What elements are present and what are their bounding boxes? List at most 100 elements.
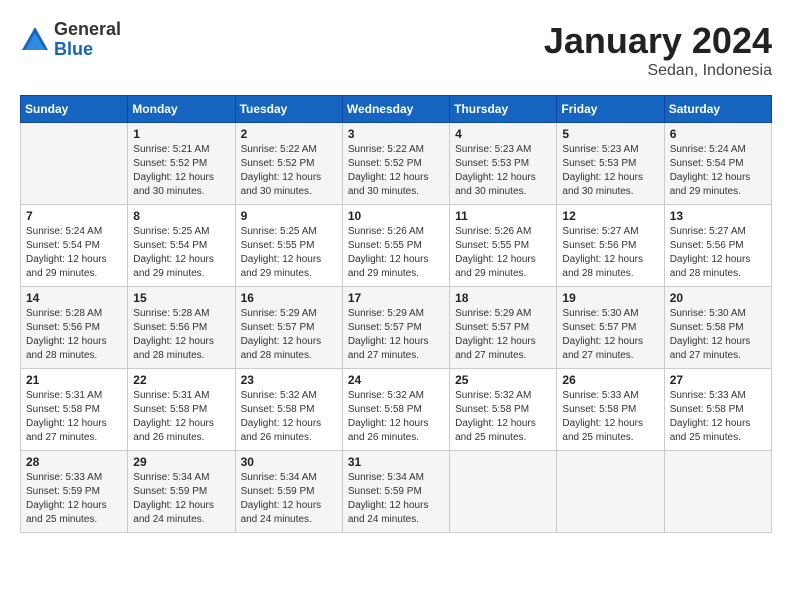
header-sunday: Sunday (21, 96, 128, 123)
day-info: Sunrise: 5:33 AM Sunset: 5:58 PM Dayligh… (670, 389, 767, 445)
day-number: 30 (241, 455, 338, 469)
sunset-text: Sunset: 5:58 PM (26, 403, 123, 417)
location-subtitle: Sedan, Indonesia (544, 62, 772, 80)
sunset-text: Sunset: 5:58 PM (133, 403, 230, 417)
daylight-text: Daylight: 12 hours and 28 minutes. (26, 335, 123, 363)
day-info: Sunrise: 5:22 AM Sunset: 5:52 PM Dayligh… (348, 143, 445, 199)
sunrise-text: Sunrise: 5:33 AM (670, 389, 767, 403)
daylight-text: Daylight: 12 hours and 25 minutes. (562, 417, 659, 445)
sunrise-text: Sunrise: 5:34 AM (348, 471, 445, 485)
day-number: 14 (26, 291, 123, 305)
day-number: 21 (26, 373, 123, 387)
day-number: 1 (133, 127, 230, 141)
day-info: Sunrise: 5:27 AM Sunset: 5:56 PM Dayligh… (670, 225, 767, 281)
month-year-title: January 2024 (544, 20, 772, 62)
sunset-text: Sunset: 5:53 PM (562, 157, 659, 171)
day-info: Sunrise: 5:27 AM Sunset: 5:56 PM Dayligh… (562, 225, 659, 281)
logo: General Blue (20, 20, 121, 60)
calendar-cell (450, 451, 557, 533)
sunrise-text: Sunrise: 5:23 AM (455, 143, 552, 157)
calendar-cell: 28 Sunrise: 5:33 AM Sunset: 5:59 PM Dayl… (21, 451, 128, 533)
daylight-text: Daylight: 12 hours and 29 minutes. (133, 253, 230, 281)
calendar-table: Sunday Monday Tuesday Wednesday Thursday… (20, 95, 772, 533)
day-number: 13 (670, 209, 767, 223)
sunset-text: Sunset: 5:58 PM (455, 403, 552, 417)
calendar-cell: 11 Sunrise: 5:26 AM Sunset: 5:55 PM Dayl… (450, 205, 557, 287)
sunrise-text: Sunrise: 5:23 AM (562, 143, 659, 157)
daylight-text: Daylight: 12 hours and 24 minutes. (133, 499, 230, 527)
sunrise-text: Sunrise: 5:31 AM (133, 389, 230, 403)
day-number: 11 (455, 209, 552, 223)
calendar-cell: 5 Sunrise: 5:23 AM Sunset: 5:53 PM Dayli… (557, 123, 664, 205)
day-info: Sunrise: 5:22 AM Sunset: 5:52 PM Dayligh… (241, 143, 338, 199)
calendar-week-5: 28 Sunrise: 5:33 AM Sunset: 5:59 PM Dayl… (21, 451, 772, 533)
sunrise-text: Sunrise: 5:33 AM (562, 389, 659, 403)
sunset-text: Sunset: 5:58 PM (670, 321, 767, 335)
day-info: Sunrise: 5:26 AM Sunset: 5:55 PM Dayligh… (455, 225, 552, 281)
sunset-text: Sunset: 5:57 PM (241, 321, 338, 335)
calendar-cell: 24 Sunrise: 5:32 AM Sunset: 5:58 PM Dayl… (342, 369, 449, 451)
day-number: 15 (133, 291, 230, 305)
day-info: Sunrise: 5:26 AM Sunset: 5:55 PM Dayligh… (348, 225, 445, 281)
calendar-week-1: 1 Sunrise: 5:21 AM Sunset: 5:52 PM Dayli… (21, 123, 772, 205)
calendar-cell: 17 Sunrise: 5:29 AM Sunset: 5:57 PM Dayl… (342, 287, 449, 369)
day-info: Sunrise: 5:30 AM Sunset: 5:58 PM Dayligh… (670, 307, 767, 363)
daylight-text: Daylight: 12 hours and 29 minutes. (455, 253, 552, 281)
sunset-text: Sunset: 5:56 PM (562, 239, 659, 253)
daylight-text: Daylight: 12 hours and 26 minutes. (241, 417, 338, 445)
calendar-cell: 26 Sunrise: 5:33 AM Sunset: 5:58 PM Dayl… (557, 369, 664, 451)
calendar-cell: 12 Sunrise: 5:27 AM Sunset: 5:56 PM Dayl… (557, 205, 664, 287)
sunset-text: Sunset: 5:59 PM (241, 485, 338, 499)
sunrise-text: Sunrise: 5:27 AM (562, 225, 659, 239)
calendar-cell: 16 Sunrise: 5:29 AM Sunset: 5:57 PM Dayl… (235, 287, 342, 369)
sunrise-text: Sunrise: 5:24 AM (26, 225, 123, 239)
daylight-text: Daylight: 12 hours and 25 minutes. (26, 499, 123, 527)
day-number: 23 (241, 373, 338, 387)
day-info: Sunrise: 5:31 AM Sunset: 5:58 PM Dayligh… (133, 389, 230, 445)
daylight-text: Daylight: 12 hours and 30 minutes. (133, 171, 230, 199)
day-info: Sunrise: 5:32 AM Sunset: 5:58 PM Dayligh… (455, 389, 552, 445)
header-saturday: Saturday (664, 96, 771, 123)
day-number: 26 (562, 373, 659, 387)
calendar-cell: 25 Sunrise: 5:32 AM Sunset: 5:58 PM Dayl… (450, 369, 557, 451)
title-block: January 2024 Sedan, Indonesia (544, 20, 772, 80)
daylight-text: Daylight: 12 hours and 25 minutes. (670, 417, 767, 445)
sunrise-text: Sunrise: 5:30 AM (670, 307, 767, 321)
sunrise-text: Sunrise: 5:31 AM (26, 389, 123, 403)
daylight-text: Daylight: 12 hours and 29 minutes. (670, 171, 767, 199)
day-info: Sunrise: 5:29 AM Sunset: 5:57 PM Dayligh… (241, 307, 338, 363)
sunrise-text: Sunrise: 5:28 AM (133, 307, 230, 321)
sunrise-text: Sunrise: 5:34 AM (133, 471, 230, 485)
daylight-text: Daylight: 12 hours and 27 minutes. (348, 335, 445, 363)
sunrise-text: Sunrise: 5:21 AM (133, 143, 230, 157)
calendar-header: Sunday Monday Tuesday Wednesday Thursday… (21, 96, 772, 123)
day-info: Sunrise: 5:25 AM Sunset: 5:54 PM Dayligh… (133, 225, 230, 281)
day-number: 5 (562, 127, 659, 141)
calendar-cell: 21 Sunrise: 5:31 AM Sunset: 5:58 PM Dayl… (21, 369, 128, 451)
daylight-text: Daylight: 12 hours and 26 minutes. (133, 417, 230, 445)
header-monday: Monday (128, 96, 235, 123)
day-number: 9 (241, 209, 338, 223)
day-info: Sunrise: 5:29 AM Sunset: 5:57 PM Dayligh… (348, 307, 445, 363)
day-number: 17 (348, 291, 445, 305)
header-row: Sunday Monday Tuesday Wednesday Thursday… (21, 96, 772, 123)
daylight-text: Daylight: 12 hours and 30 minutes. (562, 171, 659, 199)
daylight-text: Daylight: 12 hours and 28 minutes. (241, 335, 338, 363)
sunrise-text: Sunrise: 5:25 AM (241, 225, 338, 239)
sunset-text: Sunset: 5:57 PM (348, 321, 445, 335)
calendar-week-2: 7 Sunrise: 5:24 AM Sunset: 5:54 PM Dayli… (21, 205, 772, 287)
calendar-cell: 20 Sunrise: 5:30 AM Sunset: 5:58 PM Dayl… (664, 287, 771, 369)
calendar-cell: 27 Sunrise: 5:33 AM Sunset: 5:58 PM Dayl… (664, 369, 771, 451)
sunrise-text: Sunrise: 5:27 AM (670, 225, 767, 239)
calendar-week-4: 21 Sunrise: 5:31 AM Sunset: 5:58 PM Dayl… (21, 369, 772, 451)
calendar-cell: 6 Sunrise: 5:24 AM Sunset: 5:54 PM Dayli… (664, 123, 771, 205)
day-info: Sunrise: 5:34 AM Sunset: 5:59 PM Dayligh… (133, 471, 230, 527)
day-number: 22 (133, 373, 230, 387)
daylight-text: Daylight: 12 hours and 29 minutes. (241, 253, 338, 281)
header: General Blue January 2024 Sedan, Indones… (20, 20, 772, 80)
day-number: 3 (348, 127, 445, 141)
calendar-cell: 15 Sunrise: 5:28 AM Sunset: 5:56 PM Dayl… (128, 287, 235, 369)
day-number: 7 (26, 209, 123, 223)
calendar-cell: 4 Sunrise: 5:23 AM Sunset: 5:53 PM Dayli… (450, 123, 557, 205)
sunrise-text: Sunrise: 5:32 AM (455, 389, 552, 403)
